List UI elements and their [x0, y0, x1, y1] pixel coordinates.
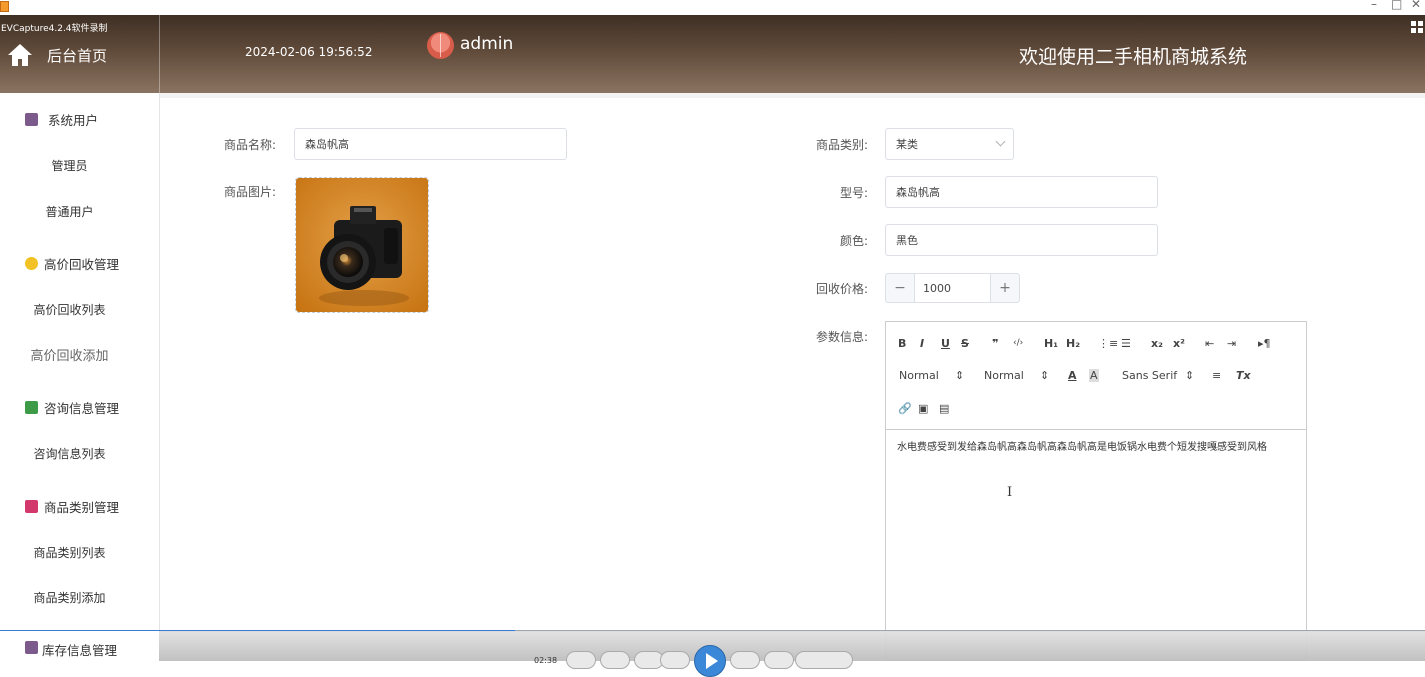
- direction-button[interactable]: ▸¶: [1258, 337, 1271, 350]
- font-color-icon[interactable]: A: [1068, 369, 1077, 382]
- sidebar-group-category[interactable]: 商品类别管理: [25, 497, 119, 516]
- clear-format-icon[interactable]: Tx: [1236, 369, 1251, 382]
- indent-button[interactable]: ⇥: [1227, 337, 1236, 350]
- chevron-down-icon: [995, 136, 1006, 147]
- price-input[interactable]: 1000: [915, 273, 990, 303]
- sidebar-item-consult-list[interactable]: 咨询信息列表: [0, 445, 149, 462]
- link-icon[interactable]: 🔗: [898, 402, 912, 415]
- outdent-button[interactable]: ⇤: [1205, 337, 1214, 350]
- bold-button[interactable]: B: [898, 337, 906, 350]
- superscript-button[interactable]: x²: [1173, 337, 1185, 350]
- camera-photo: [296, 178, 428, 312]
- sidebar-item-category-add[interactable]: 商品类别添加: [0, 589, 149, 606]
- recorder-logo-icon: [0, 1, 9, 12]
- background-color-icon[interactable]: A: [1089, 369, 1099, 382]
- rich-text-editor: B I U S ❞ ‹/› H₁ H₂ ⋮≡ ☰ x₂ x² ⇤ ⇥ ▸¶ No…: [885, 321, 1307, 661]
- quote-button[interactable]: ❞: [992, 337, 998, 350]
- category-selected-value: 某类: [896, 138, 918, 151]
- header-divider: [159, 15, 160, 93]
- price-decrement-button[interactable]: −: [885, 273, 915, 303]
- ordered-list-button[interactable]: ⋮≡: [1098, 337, 1118, 350]
- cube-icon: [25, 257, 38, 270]
- repeat-button[interactable]: [600, 651, 630, 669]
- user-db-icon: [25, 641, 38, 654]
- rewind-button[interactable]: [660, 651, 690, 669]
- pause-button[interactable]: [566, 651, 596, 669]
- align-icon[interactable]: ≡: [1212, 369, 1221, 382]
- image-icon[interactable]: ▣: [918, 402, 928, 415]
- sidebar-group-system-users[interactable]: 系统用户: [25, 110, 98, 129]
- color-label: 颜色:: [840, 234, 869, 248]
- product-name-input[interactable]: 森岛帆高: [294, 128, 567, 160]
- strike-button[interactable]: S: [961, 337, 969, 350]
- h1-button[interactable]: H₁: [1044, 337, 1058, 350]
- text-cursor-icon: I: [1007, 485, 1013, 500]
- home-link[interactable]: 后台首页: [47, 45, 107, 66]
- bag-icon: [25, 500, 38, 513]
- username[interactable]: admin: [460, 34, 513, 54]
- video-icon[interactable]: ▤: [939, 402, 949, 415]
- main-top-strip: [160, 93, 1425, 98]
- video-player-bar: 02:38: [0, 631, 1425, 677]
- sidebar-item-category-list[interactable]: 商品类别列表: [0, 544, 149, 561]
- size-select[interactable]: Normal: [984, 369, 1024, 382]
- sidebar-group-consult[interactable]: 咨询信息管理: [25, 398, 119, 417]
- sidebar-group-label: 库存信息管理: [42, 643, 118, 658]
- font-select-arrow-icon: ⇕: [1185, 369, 1195, 382]
- sidebar-group-label: 系统用户: [48, 113, 99, 128]
- product-image-label: 商品图片:: [224, 185, 277, 199]
- header-datetime: 2024-02-06 19:56:52: [245, 45, 373, 59]
- model-label: 型号:: [840, 186, 869, 200]
- app-header: EVCapture4.2.4软件录制 后台首页 2024-02-06 19:56…: [0, 15, 1425, 93]
- font-select[interactable]: Sans Serif: [1122, 369, 1177, 382]
- header-select-arrow-icon: ⇕: [955, 369, 965, 382]
- editor-content[interactable]: 水电费感受到发给森岛帆高森岛帆高森岛帆高是电饭锅水电费个短发搜嘎感受到风格: [897, 438, 1267, 453]
- params-label: 参数信息:: [816, 330, 869, 344]
- system-title: 欢迎使用二手相机商城系统: [1019, 46, 1248, 68]
- sidebar-item-recycle-add[interactable]: 高价回收添加: [0, 345, 149, 364]
- sidebar-group-inventory[interactable]: 库存信息管理: [0, 631, 159, 661]
- volume-slider[interactable]: [795, 651, 853, 669]
- product-name-label: 商品名称:: [224, 138, 277, 152]
- chat-icon: [25, 401, 38, 414]
- recorder-title-bar: – □ ✕: [0, 0, 1425, 15]
- recorder-title: EVCapture4.2.4软件录制: [1, 24, 108, 34]
- user-db-icon: [25, 113, 38, 126]
- sidebar-item-recycle-list[interactable]: 高价回收列表: [0, 301, 149, 318]
- fullscreen-grid-icon[interactable]: [1411, 21, 1423, 33]
- category-select[interactable]: 某类: [885, 128, 1014, 160]
- minimize-button[interactable]: –: [1371, 0, 1377, 11]
- sidebar-item-admin[interactable]: 管理员: [0, 157, 149, 174]
- italic-button[interactable]: I: [920, 337, 924, 350]
- sidebar-group-label: 咨询信息管理: [44, 401, 120, 416]
- maximize-button[interactable]: □: [1391, 0, 1402, 11]
- code-button[interactable]: ‹/›: [1013, 338, 1023, 348]
- home-icon[interactable]: [7, 42, 33, 68]
- forward-button[interactable]: [730, 651, 760, 669]
- category-label: 商品类别:: [816, 138, 869, 152]
- avatar[interactable]: [427, 32, 454, 59]
- volume-button[interactable]: [764, 651, 794, 669]
- sidebar-group-label: 高价回收管理: [44, 257, 120, 272]
- product-image-upload[interactable]: [295, 177, 429, 313]
- play-button[interactable]: [694, 645, 726, 677]
- price-label: 回收价格:: [816, 282, 869, 296]
- price-increment-button[interactable]: +: [990, 273, 1020, 303]
- underline-button[interactable]: U: [941, 337, 950, 350]
- subscript-button[interactable]: x₂: [1151, 337, 1163, 350]
- sidebar-item-normal-user[interactable]: 普通用户: [0, 203, 149, 220]
- close-button[interactable]: ✕: [1411, 0, 1421, 11]
- sidebar: 系统用户 管理员 普通用户 高价回收管理 高价回收列表 高价回收添加 咨询信息管…: [0, 93, 160, 661]
- sidebar-group-recycle[interactable]: 高价回收管理: [25, 254, 119, 273]
- bullet-list-button[interactable]: ☰: [1121, 337, 1131, 350]
- color-input[interactable]: 黑色: [885, 224, 1158, 256]
- size-select-arrow-icon: ⇕: [1040, 369, 1050, 382]
- model-input[interactable]: 森岛帆高: [885, 176, 1158, 208]
- price-stepper: − 1000 +: [885, 273, 1020, 303]
- editor-toolbar: B I U S ❞ ‹/› H₁ H₂ ⋮≡ ☰ x₂ x² ⇤ ⇥ ▸¶ No…: [886, 322, 1306, 430]
- h2-button[interactable]: H₂: [1066, 337, 1080, 350]
- sidebar-group-label: 商品类别管理: [44, 500, 120, 515]
- header-select[interactable]: Normal: [899, 369, 939, 382]
